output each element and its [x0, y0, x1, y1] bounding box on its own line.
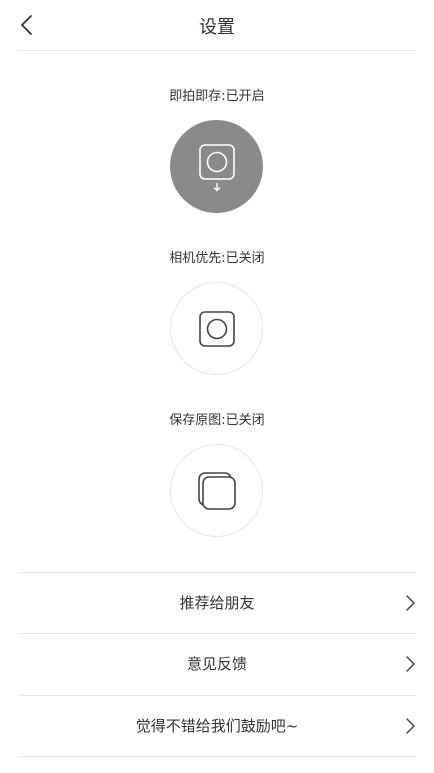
menu-item-label: 觉得不错给我们鼓励吧~: [135, 717, 299, 735]
menu-item-label: 意见反馈: [186, 655, 247, 673]
settings-page: 设置 即拍即存:已开启 相机优先:已关闭 保存原图:已关闭 推荐给朋友 意见反馈…: [0, 0, 434, 773]
toggle-label: 相机优先:已关闭: [169, 251, 265, 266]
page-title: 设置: [199, 17, 235, 38]
toggle-label: 保存原图:已关闭: [169, 413, 265, 428]
menu-item-rate-us[interactable]: 觉得不错给我们鼓励吧~: [18, 696, 416, 756]
chevron-right-icon: [406, 595, 415, 611]
menu-item-feedback[interactable]: 意见反馈: [18, 634, 416, 694]
nav-bar: 设置: [0, 0, 434, 50]
chevron-right-icon: [406, 718, 415, 734]
save-on-capture-toggle[interactable]: [170, 120, 263, 213]
toggle-camera-priority: 相机优先:已关闭: [0, 250, 434, 268]
save-on-capture-icon: [198, 143, 235, 191]
camera-priority-icon: [198, 310, 235, 347]
chevron-right-icon: [406, 656, 415, 672]
header-divider: [18, 50, 416, 51]
camera-priority-toggle[interactable]: [170, 282, 263, 375]
menu-divider: [18, 756, 416, 757]
save-original-icon: [197, 471, 236, 510]
save-original-toggle[interactable]: [170, 444, 263, 537]
menu-item-recommend[interactable]: 推荐给朋友: [18, 573, 416, 633]
toggle-save-on-capture: 即拍即存:已开启: [0, 88, 434, 106]
toggle-save-original: 保存原图:已关闭: [0, 412, 434, 430]
menu-item-label: 推荐给朋友: [179, 594, 255, 612]
toggle-label: 即拍即存:已开启: [169, 89, 265, 104]
